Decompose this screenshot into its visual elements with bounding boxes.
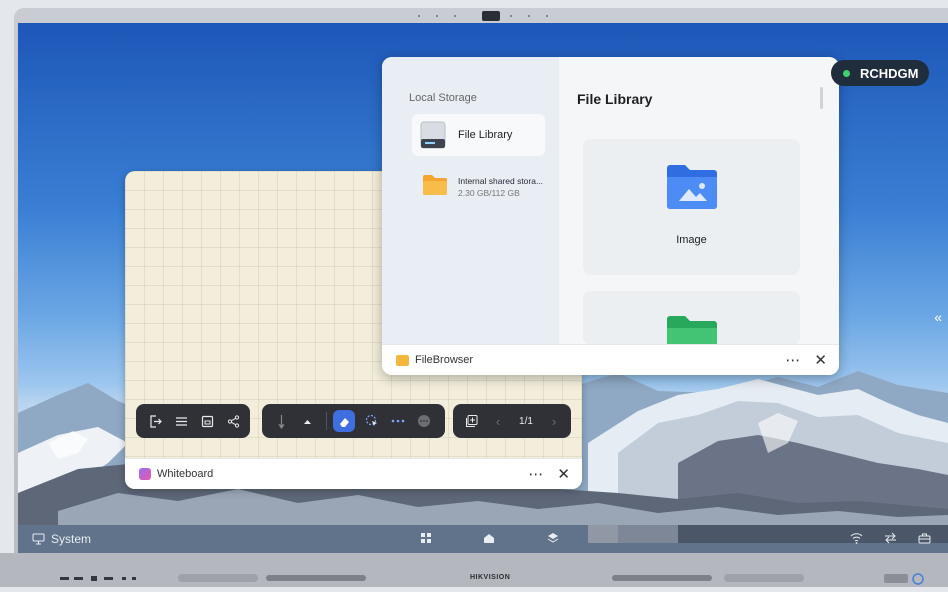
folder-icon <box>423 175 447 195</box>
prev-page-icon[interactable]: ‹ <box>485 408 511 434</box>
file-browser-footer: FileBrowser ⋯ ✕ <box>382 344 839 375</box>
whiteboard-app-name: Whiteboard <box>157 468 214 480</box>
whiteboard-toolbar-file <box>136 404 250 438</box>
system-button[interactable]: System <box>32 532 91 546</box>
add-page-icon[interactable] <box>459 408 485 434</box>
file-browser-main: File Library Image <box>559 57 839 345</box>
next-page-icon[interactable]: › <box>541 408 567 434</box>
more-options-button[interactable]: ⋯ <box>785 351 800 369</box>
windows-grid-icon[interactable] <box>420 532 432 544</box>
layers-icon[interactable] <box>547 532 559 544</box>
close-button[interactable]: ✕ <box>814 351 827 369</box>
pen-icon[interactable] <box>268 408 294 434</box>
sidebar-item-internal-storage[interactable]: Internal shared stora... 2.30 GB/112 GB <box>412 165 552 205</box>
transfer-icon[interactable] <box>884 532 897 544</box>
drive-icon <box>420 121 446 149</box>
speaker-grille <box>0 553 948 587</box>
storage-usage: 2.30 GB/112 GB <box>458 188 520 198</box>
whiteboard-footer: Whiteboard ⋯ ✕ <box>125 458 582 489</box>
home-icon[interactable] <box>483 532 495 544</box>
page-indicator: 1/1 <box>519 415 533 427</box>
sidebar-item-file-library[interactable]: File Library <box>412 114 545 156</box>
wifi-icon[interactable] <box>850 532 863 544</box>
file-browser-window: Local Storage File Library Internal shar… <box>382 57 839 375</box>
eraser-icon[interactable] <box>333 410 355 432</box>
save-icon[interactable] <box>194 408 220 434</box>
camera-dot <box>546 15 548 17</box>
file-browser-app-name: FileBrowser <box>415 354 474 366</box>
caret-up-icon[interactable] <box>294 408 320 434</box>
category-card-folder[interactable] <box>583 291 800 345</box>
online-indicator <box>843 69 850 77</box>
category-card-label: Image <box>676 234 707 246</box>
taskbar: System <box>18 525 948 553</box>
camera <box>482 11 500 21</box>
image-folder-icon <box>667 165 717 209</box>
category-card-image[interactable]: Image <box>583 139 800 275</box>
green-folder-icon <box>667 316 717 345</box>
brand-logo: HIKVISION <box>470 574 511 581</box>
monitor-icon <box>32 533 45 545</box>
lower-bezel: HIKVISION <box>0 553 948 587</box>
menu-icon[interactable] <box>168 408 194 434</box>
close-button[interactable]: ✕ <box>557 465 570 483</box>
scrollbar[interactable] <box>820 87 823 109</box>
camera-dot <box>418 15 420 17</box>
share-icon[interactable] <box>220 408 246 434</box>
collapse-sidebar-icon[interactable]: « <box>934 309 942 325</box>
toolbox-icon[interactable] <box>918 532 931 544</box>
file-browser-app-icon <box>396 354 409 366</box>
more-options-button[interactable]: ⋯ <box>528 465 543 483</box>
whiteboard-toolbar-tools <box>262 404 445 438</box>
sidebar-item-label: Internal shared stora... <box>458 176 544 186</box>
select-icon[interactable] <box>359 408 385 434</box>
screen: « ‹ 1/1 › Whiteboard ⋯ ✕ Local Storage F… <box>18 23 948 553</box>
exit-icon[interactable] <box>142 408 168 434</box>
file-browser-sidebar: Local Storage File Library Internal shar… <box>382 57 559 345</box>
whiteboard-app-icon <box>139 468 151 480</box>
camera-dot <box>454 15 456 17</box>
system-label: System <box>51 532 92 546</box>
camera-dot <box>510 15 512 17</box>
badge-label: RCHDGM <box>860 65 919 81</box>
camera-dot <box>528 15 530 17</box>
toolbar-divider <box>326 412 327 430</box>
status-badge[interactable]: RCHDGM <box>831 60 929 86</box>
more-dots-icon[interactable] <box>385 408 411 434</box>
sidebar-section-label: Local Storage <box>409 92 477 104</box>
more-circle-icon[interactable] <box>411 408 437 434</box>
whiteboard-toolbar-pages: ‹ 1/1 › <box>453 404 571 438</box>
page-title: File Library <box>577 91 653 107</box>
camera-dot <box>436 15 438 17</box>
sidebar-item-label: File Library <box>458 129 513 141</box>
